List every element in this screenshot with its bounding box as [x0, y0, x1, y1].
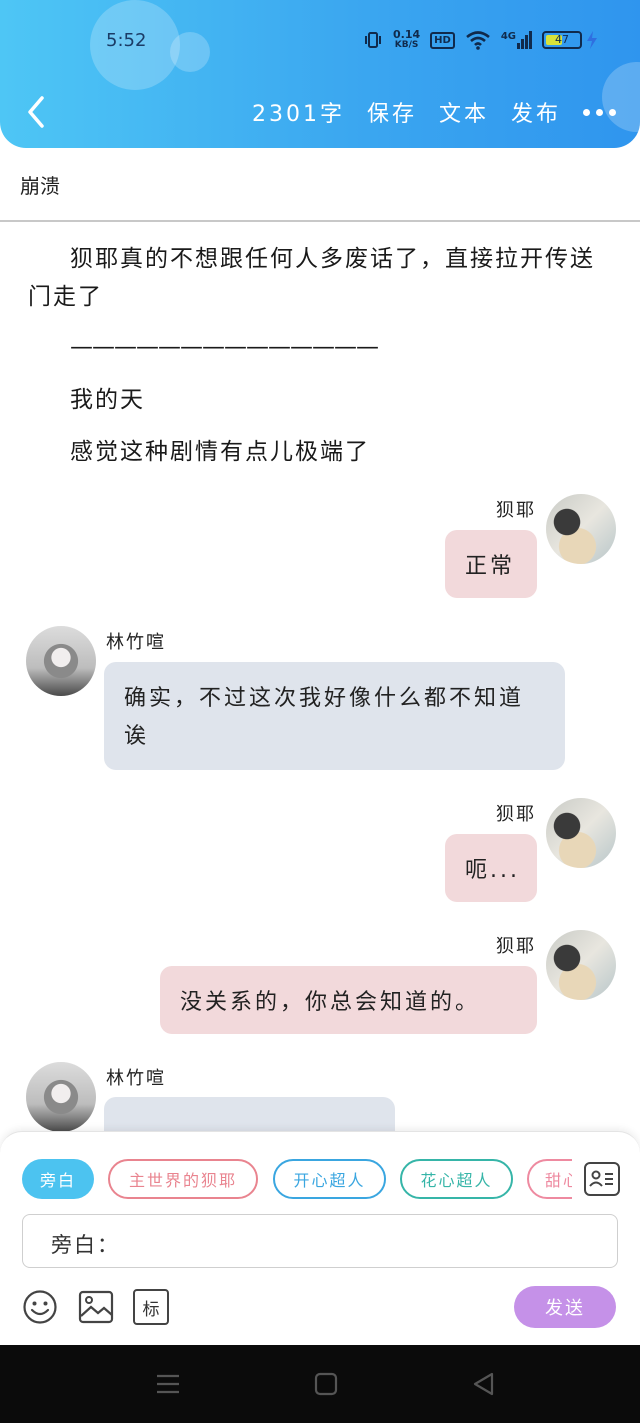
speaker-name: 林竹喧 — [106, 632, 166, 653]
back-triangle-icon — [473, 1372, 494, 1396]
menu-icon — [157, 1374, 179, 1394]
input-role-label: 旁白： — [51, 1233, 120, 1257]
more-options-icon[interactable] — [583, 108, 616, 116]
home-nav-button[interactable] — [312, 1371, 340, 1397]
narration-line[interactable]: 我的天 — [70, 381, 145, 419]
system-nav-bar — [0, 1345, 640, 1423]
tag-button[interactable]: 标 — [133, 1289, 169, 1325]
role-list-icon[interactable] — [584, 1162, 620, 1196]
message-bubble[interactable]: 呃... — [445, 834, 537, 902]
narration-line[interactable]: —————————————— — [70, 328, 379, 366]
divider — [0, 220, 640, 222]
message-bubble[interactable]: 正常 — [445, 530, 537, 598]
charging-icon — [587, 31, 597, 49]
composer-panel: 旁白 主世界的狈耶 开心超人 花心超人 甜心超人 旁白： — [0, 1131, 640, 1345]
contact-card-icon — [589, 1170, 613, 1187]
net-speed: 0.14 KB/S — [393, 29, 420, 51]
avatar[interactable] — [26, 626, 96, 696]
signal-icon: 4G — [501, 31, 532, 49]
speaker-name: 狈耶 — [496, 936, 536, 957]
header-actions: 2301字 保存 文本 发布 — [252, 96, 616, 128]
vibrate-icon — [365, 32, 382, 48]
send-button[interactable]: 发送 — [514, 1286, 616, 1328]
role-chip[interactable]: 花心超人 — [400, 1159, 513, 1199]
hd-badge: HD — [430, 31, 455, 49]
word-count: 2301字 — [251, 102, 345, 127]
back-button[interactable] — [20, 92, 54, 132]
status-time: 5:52 — [106, 30, 147, 51]
message-bubble[interactable]: 确实，不过这次我好像什么都不知道诶 — [104, 662, 565, 770]
chapter-title[interactable]: 崩溃 — [20, 170, 60, 199]
message-bubble[interactable]: 没关系的，你总会知道的。 — [160, 966, 537, 1034]
menu-nav-button[interactable] — [154, 1371, 182, 1397]
narration-line[interactable]: 狈耶真的不想跟任何人多废话了，直接拉开传送门走了 — [28, 240, 613, 316]
battery-level: 47 — [555, 33, 569, 46]
text-button[interactable]: 文本 — [439, 96, 489, 128]
publish-button[interactable]: 发布 — [511, 96, 561, 128]
role-chip[interactable]: 主世界的狈耶 — [108, 1159, 258, 1199]
avatar[interactable] — [546, 798, 616, 868]
emoji-button[interactable] — [22, 1289, 58, 1325]
app-header: 5:52 0.14 KB/S HD 4G 47 2301字 保存 文本 发布 — [0, 0, 640, 148]
net-speed-unit: KB/S — [394, 40, 419, 50]
narration-line[interactable]: 感觉这种剧情有点儿极端了 — [70, 433, 370, 471]
message-input[interactable]: 旁白： — [22, 1214, 618, 1268]
chevron-left-icon — [28, 96, 44, 128]
smiley-icon — [23, 1290, 57, 1324]
avatar[interactable] — [546, 930, 616, 1000]
role-chip[interactable]: 开心超人 — [273, 1159, 386, 1199]
avatar[interactable] — [546, 494, 616, 564]
network-type: 4G — [500, 31, 516, 42]
avatar[interactable] — [26, 1062, 96, 1132]
speaker-name: 林竹喧 — [106, 1068, 166, 1089]
status-icons: 0.14 KB/S HD 4G 47 — [363, 29, 598, 51]
decor-bubble — [170, 32, 210, 72]
wifi-icon — [466, 31, 490, 50]
role-selector: 旁白 主世界的狈耶 开心超人 花心超人 甜心超人 — [22, 1159, 572, 1201]
net-speed-value: 0.14 — [393, 28, 421, 41]
speaker-name: 狈耶 — [496, 500, 536, 521]
chat-story-editor: 5:52 0.14 KB/S HD 4G 47 2301字 保存 文本 发布 崩… — [0, 0, 640, 1423]
speaker-name: 狈耶 — [496, 804, 536, 825]
role-chip-narrator[interactable]: 旁白 — [22, 1159, 94, 1199]
role-chip[interactable]: 甜心超人 — [527, 1159, 572, 1199]
image-icon — [78, 1290, 114, 1324]
image-button[interactable] — [78, 1289, 114, 1325]
save-button[interactable]: 保存 — [367, 96, 417, 128]
battery-icon: 47 — [542, 31, 582, 49]
back-nav-button[interactable] — [470, 1371, 498, 1397]
home-icon — [314, 1372, 338, 1396]
